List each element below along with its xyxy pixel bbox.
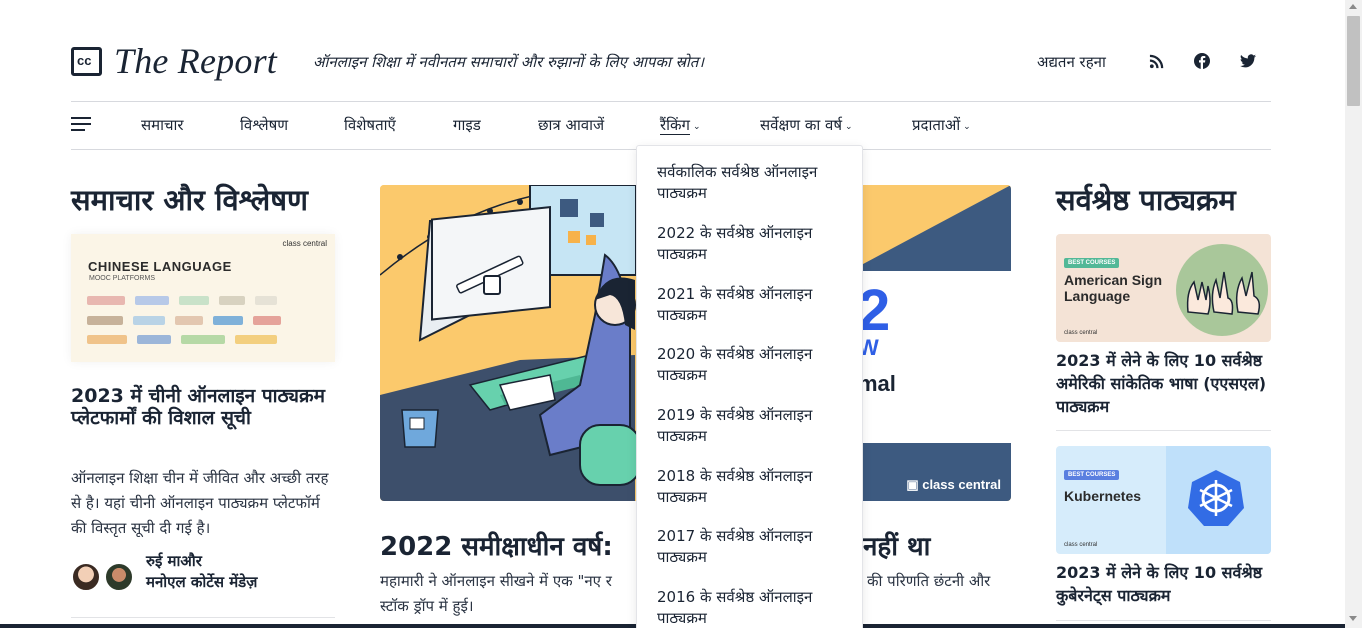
right-divider: [1056, 430, 1271, 431]
best-courses-heading: सर्वश्रेष्ठ पाठ्यक्रम: [1056, 183, 1236, 217]
dropdown-item-2017[interactable]: 2017 के सर्वश्रेष्ठ ऑनलाइन पाठ्यक्रम: [657, 526, 852, 568]
hero-overlay-text: mal: [858, 371, 896, 396]
rss-icon[interactable]: [1147, 52, 1165, 70]
site-tagline: ऑनलाइन शिक्षा में नवीनतम समाचारों और रुझ…: [313, 53, 705, 71]
nav-item-analysis[interactable]: विश्लेषण: [240, 115, 288, 135]
news-analysis-heading: समाचार और विश्लेषण: [71, 183, 308, 217]
course-name: Kubernetes: [1064, 488, 1142, 504]
kubernetes-article-title[interactable]: 2023 में लेने के लिए 10 सर्वश्रेष्ठ कुबे…: [1056, 561, 1271, 607]
class-central-brand: class central: [282, 239, 327, 248]
dropdown-item-2019[interactable]: 2019 के सर्वश्रेष्ठ ऑनलाइन पाठ्यक्रम: [657, 405, 852, 447]
nav-item-year-in-review[interactable]: सर्वेक्षण का वर्ष ⌄: [760, 115, 853, 135]
scroll-up-arrow-icon[interactable]: [1349, 4, 1357, 9]
menu-icon[interactable]: [71, 117, 91, 133]
best-courses-badge: BEST COURSES: [1064, 258, 1120, 268]
nav-item-guides[interactable]: गाइड: [453, 115, 481, 135]
best-courses-badge: BEST COURSES: [1064, 470, 1120, 480]
rankings-dropdown-menu: सर्वकालिक सर्वश्रेष्ठ ऑनलाइन पाठ्यक्रम 2…: [636, 145, 863, 628]
nav-item-news[interactable]: समाचार: [141, 115, 184, 135]
chevron-down-icon: ⌄: [693, 122, 701, 132]
dropdown-item-2020[interactable]: 2020 के सर्वश्रेष्ठ ऑनलाइन पाठ्यक्रम: [657, 344, 852, 386]
image-subheading: MOOC PLATFORMS: [89, 275, 155, 282]
class-central-brand: ▣ class central: [906, 477, 1001, 492]
site-logo[interactable]: cc The Report: [71, 40, 277, 82]
chevron-down-icon: ⌄: [963, 122, 971, 132]
scrollbar-thumb[interactable]: [1347, 16, 1360, 106]
dropdown-item-2018[interactable]: 2018 के सर्वश्रेष्ठ ऑनलाइन पाठ्यक्रम: [657, 466, 852, 508]
article-authors[interactable]: रुई माऔर मनोएल कोर्टेस मेंडेज़: [146, 551, 257, 593]
left-divider: [71, 617, 335, 618]
kubernetes-course-image[interactable]: BEST COURSES Kubernetes class central: [1056, 446, 1271, 554]
dropdown-item-2021[interactable]: 2021 के सर्वश्रेष्ठ ऑनलाइन पाठ्यक्रम: [657, 284, 852, 326]
article-description: ऑनलाइन शिक्षा चीन में जीवित और अच्छी तरह…: [71, 469, 329, 537]
nav-item-rankings[interactable]: रैंकिंग ⌄: [660, 115, 701, 135]
twitter-icon[interactable]: [1239, 52, 1257, 70]
dropdown-item-2022[interactable]: 2022 के सर्वश्रेष्ठ ऑनलाइन पाठ्यक्रम: [657, 223, 852, 265]
scroll-down-arrow-icon[interactable]: [1349, 616, 1357, 621]
course-name: American Sign Language: [1064, 272, 1163, 304]
platform-logos-row: [87, 316, 281, 325]
author-avatar[interactable]: [104, 562, 134, 592]
platform-logos-row: [87, 335, 277, 344]
dropdown-item-2016[interactable]: 2016 के सर्वश्रेष्ठ ऑनलाइन पाठ्यक्रम: [657, 587, 852, 628]
site-title: The Report: [114, 41, 277, 81]
article-title[interactable]: 2023 में चीनी ऑनलाइन पाठ्यक्रम प्लेटफार्…: [71, 385, 341, 429]
class-central-brand: class central: [1064, 542, 1098, 548]
chevron-down-icon: ⌄: [845, 122, 853, 132]
dropdown-item-all-time[interactable]: सर्वकालिक सर्वश्रेष्ठ ऑनलाइन पाठ्यक्रम: [657, 162, 852, 204]
header-divider: [71, 101, 1271, 102]
stay-updated-link[interactable]: अद्यतन रहना: [1037, 52, 1106, 72]
logo-cc-icon: cc: [71, 46, 102, 76]
platform-logos-row: [87, 296, 277, 305]
kubernetes-wheel-icon: [1188, 470, 1244, 526]
nav-item-features[interactable]: विशेषताएँ: [344, 115, 396, 135]
right-divider: [1056, 620, 1271, 621]
asl-article-title[interactable]: 2023 में लेने के लिए 10 सर्वश्रेष्ठ अमेर…: [1056, 349, 1271, 418]
author-avatar[interactable]: [71, 562, 101, 592]
chinese-mooc-image[interactable]: class central CHINESE LANGUAGE MOOC PLAT…: [71, 234, 335, 362]
image-heading: CHINESE LANGUAGE: [88, 259, 232, 274]
facebook-icon[interactable]: [1193, 52, 1211, 70]
class-central-brand: class central: [1064, 330, 1098, 336]
featured-article-title[interactable]: 2022 समीक्षाधीन वर्ष: नहीं था: [380, 527, 930, 563]
asl-course-image[interactable]: BEST COURSES American Sign Language clas…: [1056, 234, 1271, 342]
nav-item-student-voices[interactable]: छात्र आवाजें: [538, 115, 604, 135]
nav-item-providers[interactable]: प्रदाताओं ⌄: [912, 115, 971, 135]
sign-language-hands-icon: [1176, 244, 1268, 336]
